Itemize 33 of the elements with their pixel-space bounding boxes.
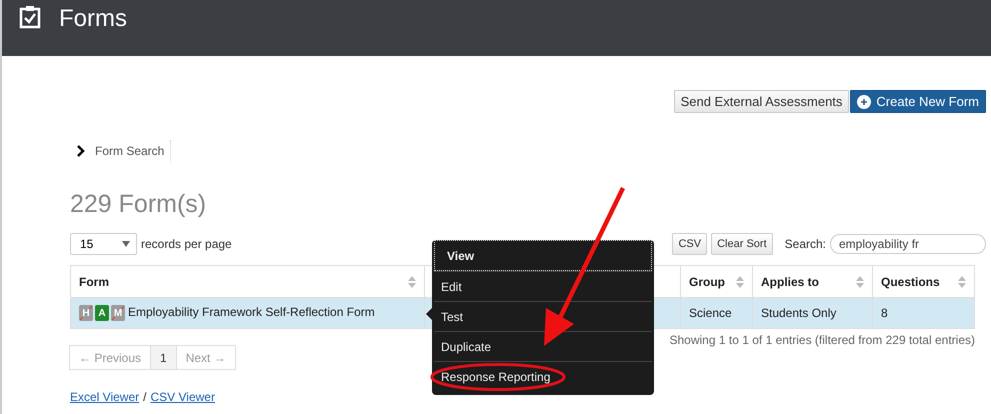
status-badge: A <box>95 305 109 321</box>
page-size-select[interactable]: 15 <box>70 233 137 255</box>
menu-item[interactable]: View <box>434 240 652 271</box>
sort-icon <box>856 276 864 288</box>
toolbar-button[interactable]: CSV <box>672 233 708 255</box>
menu-item[interactable]: Edit <box>434 271 652 301</box>
separator-text: / <box>143 390 146 404</box>
export-link[interactable]: CSV Viewer <box>150 390 215 404</box>
table-cell: Students Only <box>752 298 872 328</box>
caret-icon <box>122 241 130 247</box>
search-field[interactable]: employability fr <box>830 234 986 254</box>
entries-info: Showing 1 to 1 of 1 entries (filtered from 229 total entries) <box>668 333 976 347</box>
page-title: Forms <box>59 5 127 33</box>
table-cell: 8 <box>872 298 974 328</box>
export-link[interactable]: Excel Viewer <box>70 390 140 404</box>
sort-icon <box>736 276 744 288</box>
form-search-toggle[interactable]: Form Search <box>76 140 172 162</box>
status-badge: M <box>111 305 125 321</box>
table-cell: Science <box>680 298 752 328</box>
create-form-button[interactable]: Create New Form <box>850 90 986 113</box>
clipboard-check-icon <box>19 5 41 29</box>
sort-icon <box>408 276 416 288</box>
sort-icon <box>958 276 966 288</box>
table-cell: H A M Employability Framework Self-Reflection Form <box>70 298 424 328</box>
page-button[interactable]: 1 <box>150 345 177 370</box>
forms-count: 229 Form(s) <box>70 190 208 219</box>
toolbar-button[interactable]: Clear Sort <box>711 233 773 255</box>
send-assessments-button[interactable]: Send External Assessments <box>674 90 850 113</box>
search-label: Search: <box>784 237 826 251</box>
records-label: records per page <box>141 237 232 251</box>
plus-icon <box>857 94 872 108</box>
status-badge: H <box>79 305 93 321</box>
menu-item[interactable]: Response Reporting <box>434 361 652 391</box>
